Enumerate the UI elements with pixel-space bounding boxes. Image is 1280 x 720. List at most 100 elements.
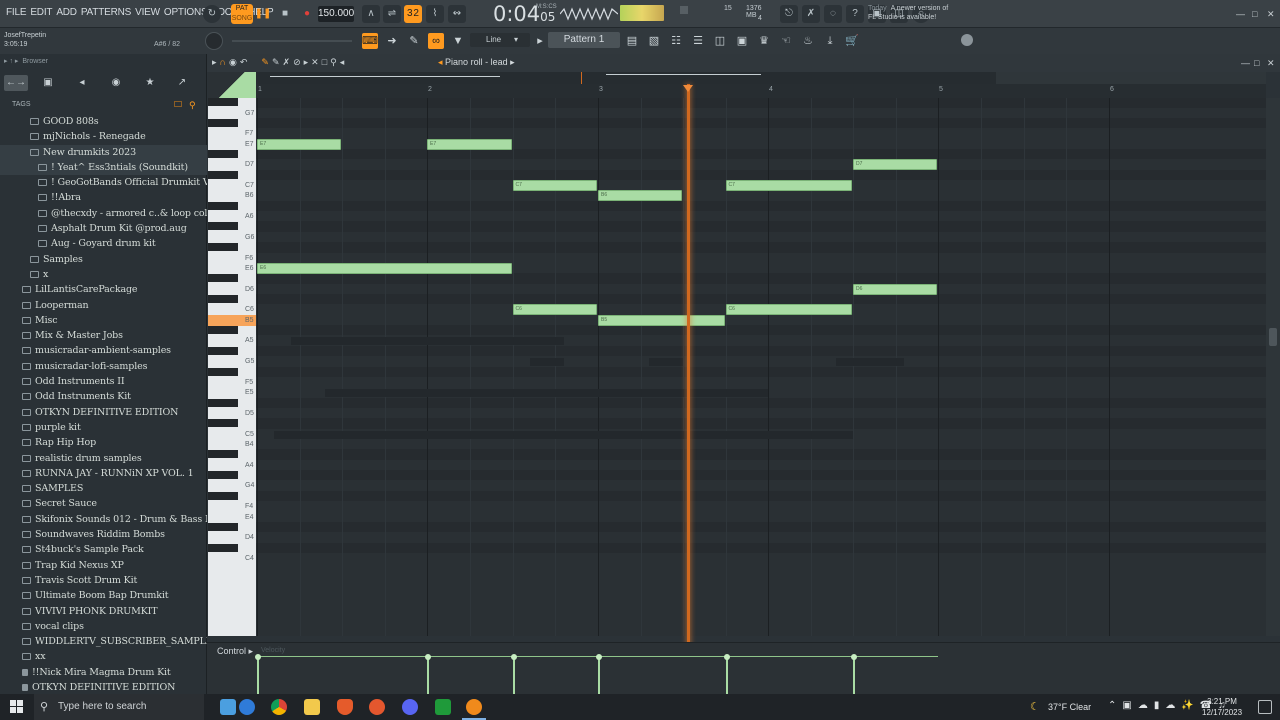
browser-item[interactable]: Misc: [0, 313, 207, 328]
timeline-ruler[interactable]: [256, 84, 1266, 98]
snap-selector[interactable]: Line ▾: [470, 33, 530, 47]
black-key[interactable]: [208, 491, 238, 500]
stamp-tool-icon[interactable]: ◉: [229, 57, 240, 67]
black-key[interactable]: [208, 170, 238, 179]
black-key[interactable]: [208, 243, 238, 252]
tempo-display[interactable]: 150.000: [318, 6, 354, 22]
velocity-bar[interactable]: [512, 657, 515, 694]
browser-item[interactable]: Samples: [0, 252, 207, 267]
velocity-handle[interactable]: [851, 654, 857, 660]
fl-studio-icon[interactable]: [466, 699, 482, 715]
browser-item[interactable]: GOOD 808s: [0, 114, 207, 129]
browser-item[interactable]: realistic drum samples: [0, 451, 207, 466]
record-icon[interactable]: ●: [298, 5, 316, 23]
browser-item[interactable]: WIDDLERTV_SUBSCRIBER_SAMPLE_PACK: [0, 634, 207, 649]
black-key[interactable]: [208, 543, 238, 552]
browser-item[interactable]: purple kit: [0, 420, 207, 435]
online-icon[interactable]: ⎋: [780, 5, 798, 23]
note[interactable]: E7: [427, 138, 512, 150]
tags-label[interactable]: TAGS: [12, 101, 31, 108]
piano-roll-icon[interactable]: ▧: [646, 33, 662, 49]
browser-item[interactable]: Aug - Goyard drum kit: [0, 236, 207, 251]
xbox-icon[interactable]: [435, 699, 451, 715]
browser-item[interactable]: Soundwaves Riddim Bombs: [0, 527, 207, 542]
black-key[interactable]: [208, 201, 238, 210]
cart-icon[interactable]: 🛒: [844, 33, 860, 49]
weather[interactable]: 37°F Clear: [1048, 702, 1091, 712]
close-icon[interactable]: ✕: [1267, 9, 1275, 20]
velocity-handle[interactable]: [425, 654, 431, 660]
paint-tool-icon[interactable]: ✎: [272, 57, 283, 67]
magnet-icon[interactable]: ∩: [220, 57, 229, 67]
taskbar-search[interactable]: ⚲ Type here to search: [34, 694, 204, 720]
browser-item[interactable]: !!Nick Mira Magma Drum Kit: [0, 665, 207, 680]
scroll-thumb[interactable]: [1269, 328, 1277, 346]
browser-item[interactable]: Mix & Master Jobs: [0, 328, 207, 343]
note[interactable]: D6: [853, 283, 937, 295]
pattern-overview[interactable]: [256, 72, 996, 84]
windows-start-icon[interactable]: [10, 700, 24, 714]
browser-item[interactable]: SAMPLES: [0, 481, 207, 496]
folder-icon[interactable]: ↗: [170, 75, 194, 91]
velocity-handle[interactable]: [596, 654, 602, 660]
draw-tool-icon[interactable]: ✎: [261, 57, 272, 67]
blend-notes-icon[interactable]: ↭: [448, 5, 466, 23]
download-icon[interactable]: ⤓: [822, 33, 838, 49]
speaker-icon[interactable]: ◂: [70, 75, 94, 91]
browser-back-icon[interactable]: ←→: [4, 75, 28, 91]
loop-record-icon[interactable]: ↻: [203, 5, 221, 23]
maximize-icon[interactable]: □: [1252, 9, 1257, 19]
note[interactable]: D7: [853, 159, 937, 171]
browser-item[interactable]: !!Abra: [0, 190, 207, 205]
mixer-icon[interactable]: ☰: [690, 33, 706, 49]
note[interactable]: B6: [598, 190, 682, 202]
playback-tool-icon[interactable]: ◂: [340, 57, 348, 67]
tools-icon[interactable]: ✗: [802, 5, 820, 23]
wait-input-icon[interactable]: ⇌: [383, 5, 401, 23]
pr-minimize-icon[interactable]: —: [1241, 58, 1250, 68]
pr-maximize-icon[interactable]: □: [1254, 58, 1259, 68]
stop-icon[interactable]: ■: [276, 5, 294, 23]
master-pitch-slider[interactable]: [232, 40, 352, 42]
stamp-icon[interactable]: ▼: [450, 33, 466, 49]
browser-item[interactable]: Odd Instruments Kit: [0, 389, 207, 404]
plugin-browse-icon[interactable]: ◉: [104, 75, 128, 91]
menu-patterns[interactable]: PATTERNS: [79, 7, 133, 18]
browser-item[interactable]: Ultimate Boom Bap Drumkit: [0, 588, 207, 603]
app-icon-purple[interactable]: [402, 699, 418, 715]
note[interactable]: B5: [598, 314, 725, 326]
black-key[interactable]: [208, 419, 238, 428]
velocity-bar[interactable]: [598, 657, 600, 694]
step-edit-icon[interactable]: ⌇: [426, 5, 444, 23]
arrow-menu-icon[interactable]: ▸: [212, 57, 220, 67]
velocity-bar[interactable]: [257, 657, 259, 694]
browser-item[interactable]: VIVIVI PHONK DRUMKIT: [0, 604, 207, 619]
browser-item[interactable]: Secret Sauce: [0, 496, 207, 511]
menu-add[interactable]: ADD: [54, 7, 79, 18]
browser-item[interactable]: ! Yeat^ Ess3ntials (Soundkit): [0, 159, 207, 176]
browser-item[interactable]: musicradar-lofi-samples: [0, 359, 207, 374]
channel-rack-icon[interactable]: ☷: [668, 33, 684, 49]
menu-view[interactable]: VIEW: [133, 7, 162, 18]
notification-icon[interactable]: [1258, 700, 1272, 714]
playhead[interactable]: [687, 84, 691, 694]
browser-item[interactable]: vocal clips: [0, 619, 207, 634]
metronome-icon[interactable]: ∧: [362, 5, 380, 23]
black-key[interactable]: [208, 294, 238, 303]
browser-item[interactable]: Odd Instruments II: [0, 374, 207, 389]
black-key[interactable]: [208, 367, 238, 376]
playhead-marker[interactable]: [683, 85, 694, 92]
select-tool-icon[interactable]: □: [322, 57, 330, 67]
browser-item[interactable]: Asphalt Drum Kit @prod.aug: [0, 221, 207, 236]
pr-close-icon[interactable]: ✕: [1267, 58, 1275, 69]
mute-tool-icon[interactable]: ⊘: [293, 57, 304, 67]
browser-item[interactable]: Looperman: [0, 298, 207, 313]
app-icon-orange[interactable]: [369, 699, 385, 715]
black-key[interactable]: [208, 274, 238, 283]
plugin-database-icon[interactable]: ▣: [734, 33, 750, 49]
slice-tool-icon[interactable]: ✕: [311, 57, 322, 67]
browser-item[interactable]: musicradar-ambient-samples: [0, 343, 207, 358]
app-icon-edge[interactable]: [239, 699, 255, 715]
globe-icon[interactable]: [961, 34, 973, 46]
browser-item[interactable]: Rap Hip Hop: [0, 435, 207, 450]
